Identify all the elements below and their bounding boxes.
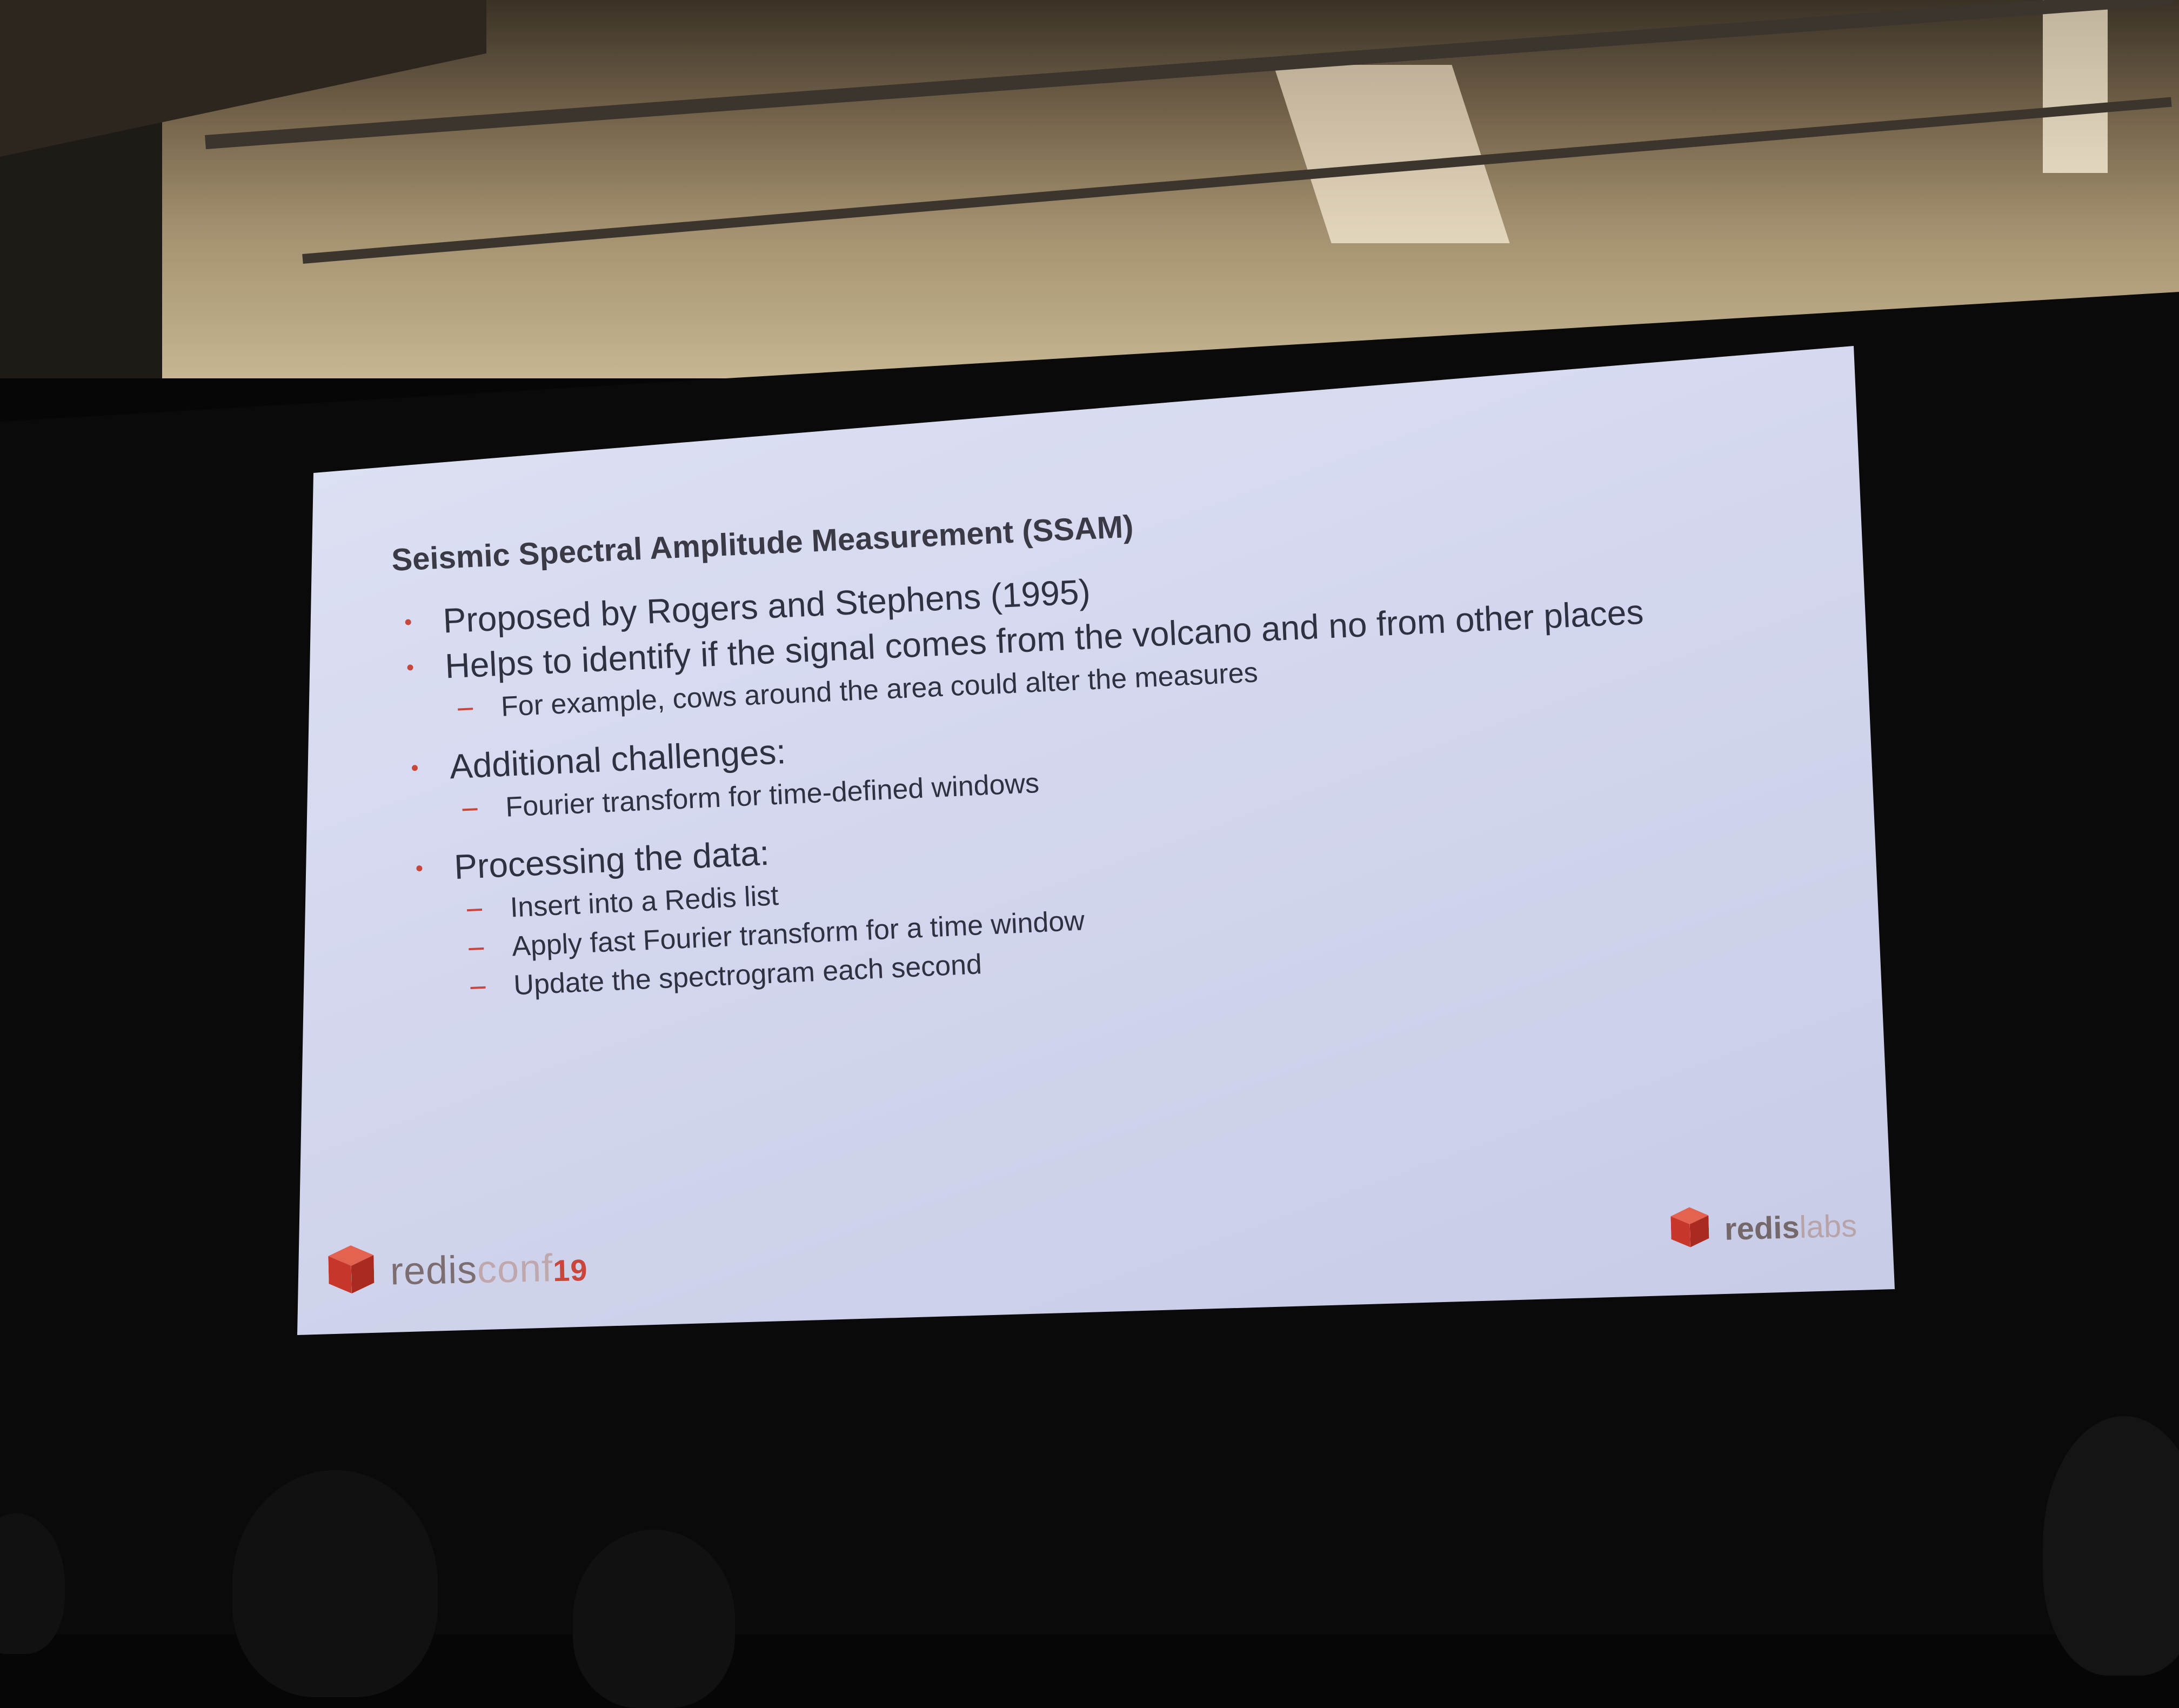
ceiling-light-panel bbox=[1273, 65, 1510, 243]
logo-year-text: 19 bbox=[552, 1252, 589, 1288]
redisconf-logo: redisconf19 bbox=[324, 1240, 588, 1300]
ceiling-light-panel-right bbox=[2043, 0, 2108, 173]
bullet-dot-icon bbox=[416, 865, 423, 872]
dash-icon bbox=[458, 708, 473, 711]
audience-head bbox=[573, 1530, 735, 1708]
bullet-list: Proposed by Rogers and Stephens (1995) H… bbox=[393, 543, 1708, 1010]
dash-icon bbox=[462, 808, 478, 811]
logo-labs-text: labs bbox=[1799, 1207, 1857, 1245]
redis-cube-icon bbox=[324, 1245, 379, 1300]
logo-redis-text: redis bbox=[1724, 1209, 1800, 1247]
redislabs-logo-text: redislabs bbox=[1724, 1207, 1857, 1247]
logo-conf-text: conf bbox=[477, 1246, 553, 1292]
slide: Seismic Spectral Amplitude Measurement (… bbox=[303, 317, 1937, 1307]
bullet-dot-icon bbox=[407, 664, 413, 671]
logo-redis-text: redis bbox=[390, 1248, 478, 1293]
bullet-dot-icon bbox=[411, 765, 418, 771]
audience-head bbox=[232, 1470, 438, 1697]
redisconf-logo-text: redisconf19 bbox=[390, 1245, 588, 1294]
dash-icon bbox=[466, 908, 483, 912]
redislabs-logo: redislabs bbox=[1667, 1203, 1857, 1253]
ceiling-beam-lower bbox=[302, 97, 2172, 264]
slide-title: Seismic Spectral Amplitude Measurement (… bbox=[391, 509, 1134, 578]
dash-icon bbox=[470, 986, 486, 990]
dash-icon bbox=[469, 947, 484, 951]
bullet-dot-icon bbox=[405, 619, 412, 625]
redis-cube-icon bbox=[1667, 1206, 1713, 1253]
